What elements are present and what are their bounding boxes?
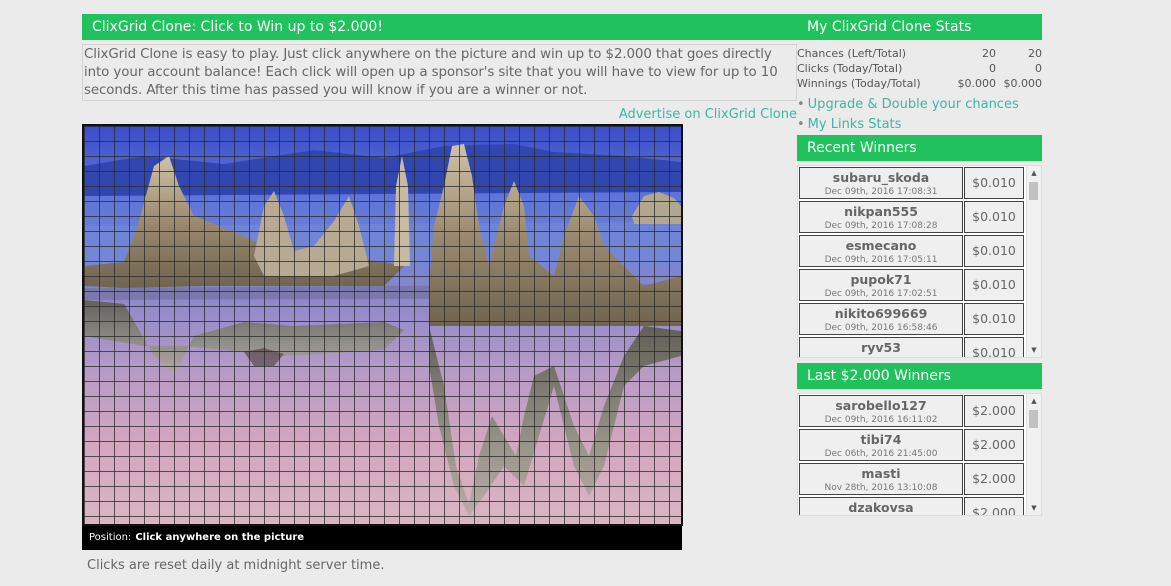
last-winners-title: Last $2.000 Winners <box>797 363 1042 389</box>
winner-date: Dec 09th, 2016 17:05:11 <box>824 255 938 265</box>
scroll-up-icon[interactable]: ▲ <box>1027 166 1041 180</box>
winner-name-cell: pupok71 Dec 09th, 2016 17:02:51 <box>799 269 963 301</box>
winner-name-cell: ryv53 <box>799 337 963 357</box>
scroll-down-icon[interactable]: ▼ <box>1027 501 1041 515</box>
links-stats-item: • My Links Stats <box>797 117 901 132</box>
recent-winners-list[interactable]: subaru_skoda Dec 09th, 2016 17:08:31 $0.0… <box>797 165 1042 358</box>
intro-text: ClixGrid Clone is easy to play. Just cli… <box>82 44 797 101</box>
winner-amount: $2.000 <box>964 463 1024 495</box>
winner-row: ryv53 $0.010 <box>798 336 1041 357</box>
stats-title: My ClixGrid Clone Stats <box>797 14 1042 40</box>
winner-name: subaru_skoda <box>832 170 930 185</box>
winner-name-cell: sarobello127 Dec 09th, 2016 16:11:02 <box>799 395 963 427</box>
stat-value-today: 0 <box>989 62 996 75</box>
winner-date: Dec 09th, 2016 16:58:46 <box>824 323 938 333</box>
winner-amount: $0.010 <box>964 201 1024 233</box>
last-winners-scrollbar[interactable]: ▲ ▼ <box>1026 394 1041 515</box>
stat-row-chances: Chances (Left/Total) 20 20 <box>797 46 1042 61</box>
winner-name: nikpan555 <box>844 204 918 219</box>
page-title: ClixGrid Clone: Click to Win up to $2.00… <box>82 14 797 40</box>
position-readout: Position: Click anywhere on the picture <box>82 526 682 550</box>
upgrade-link[interactable]: Upgrade & Double your chances <box>808 97 1019 112</box>
winner-row: dzakovsa $2.000 <box>798 496 1041 515</box>
winner-date: Nov 28th, 2016 13:10:08 <box>824 483 938 493</box>
winner-row: esmecano Dec 09th, 2016 17:05:11 $0.010 <box>798 234 1041 268</box>
stat-row-winnings: Winnings (Today/Total) $0.000 $0.000 <box>797 76 1042 91</box>
stats-table: Chances (Left/Total) 20 20 Clicks (Today… <box>797 46 1042 91</box>
winner-amount: $2.000 <box>964 395 1024 427</box>
winner-row: nikito699669 Dec 09th, 2016 16:58:46 $0.0… <box>798 302 1041 336</box>
winner-row: masti Nov 28th, 2016 13:10:08 $2.000 <box>798 462 1041 496</box>
scroll-down-icon[interactable]: ▼ <box>1027 343 1041 357</box>
winner-name-cell: masti Nov 28th, 2016 13:10:08 <box>799 463 963 495</box>
winner-name: nikito699669 <box>834 306 928 321</box>
winner-name: sarobello127 <box>835 398 927 413</box>
stat-label: Winnings (Today/Total) <box>797 77 921 90</box>
scroll-up-icon[interactable]: ▲ <box>1027 394 1041 408</box>
winner-row: sarobello127 Dec 09th, 2016 16:11:02 $2.0… <box>798 394 1041 428</box>
position-label: Position: <box>89 532 132 543</box>
winner-name: ryv53 <box>861 340 901 355</box>
stat-value-today: $0.000 <box>957 77 997 90</box>
stat-value-total: 0 <box>1035 62 1042 75</box>
winner-amount: $2.000 <box>964 429 1024 461</box>
scroll-thumb[interactable] <box>1029 410 1038 428</box>
winner-amount: $2.000 <box>964 497 1024 515</box>
stat-value-total: 20 <box>1028 47 1042 60</box>
winner-date: Dec 09th, 2016 17:08:28 <box>824 221 938 231</box>
stat-value-total: $0.000 <box>1003 77 1043 90</box>
winner-amount: $0.010 <box>964 167 1024 199</box>
winner-name-cell: subaru_skoda Dec 09th, 2016 17:08:31 <box>799 167 963 199</box>
winner-row: tibi74 Dec 06th, 2016 21:45:00 $2.000 <box>798 428 1041 462</box>
winner-date: Dec 09th, 2016 17:02:51 <box>824 289 938 299</box>
scroll-thumb[interactable] <box>1029 182 1038 200</box>
winner-amount: $0.010 <box>964 337 1024 357</box>
winner-name-cell: nikito699669 Dec 09th, 2016 16:58:46 <box>799 303 963 335</box>
stat-label: Clicks (Today/Total) <box>797 62 903 75</box>
winner-name: tibi74 <box>860 432 902 447</box>
stat-label: Chances (Left/Total) <box>797 47 907 60</box>
winner-name-cell: nikpan555 Dec 09th, 2016 17:08:28 <box>799 201 963 233</box>
upgrade-link-item: • Upgrade & Double your chances <box>797 97 1019 112</box>
winner-name-cell: dzakovsa <box>799 497 963 515</box>
winner-date: Dec 06th, 2016 21:45:00 <box>824 449 938 459</box>
winner-amount: $0.010 <box>964 303 1024 335</box>
winner-name: pupok71 <box>850 272 912 287</box>
winner-name-cell: tibi74 Dec 06th, 2016 21:45:00 <box>799 429 963 461</box>
my-links-stats-link[interactable]: My Links Stats <box>808 117 902 132</box>
position-value: Click anywhere on the picture <box>135 532 305 543</box>
recent-winners-scrollbar[interactable]: ▲ ▼ <box>1026 166 1041 357</box>
stat-row-clicks: Clicks (Today/Total) 0 0 <box>797 61 1042 76</box>
winner-row: pupok71 Dec 09th, 2016 17:02:51 $0.010 <box>798 268 1041 302</box>
winner-name: masti <box>861 466 901 481</box>
reset-note: Clicks are reset daily at midnight serve… <box>87 558 385 573</box>
winner-row: nikpan555 Dec 09th, 2016 17:08:28 $0.010 <box>798 200 1041 234</box>
bullet-icon: • <box>797 97 805 112</box>
winner-name: dzakovsa <box>848 500 914 515</box>
winner-amount: $0.010 <box>964 269 1024 301</box>
bullet-icon: • <box>797 117 805 132</box>
recent-winners-title: Recent Winners <box>797 135 1042 161</box>
advertise-link[interactable]: Advertise on ClixGrid Clone <box>619 107 797 122</box>
stat-value-today: 20 <box>982 47 996 60</box>
last-winners-list[interactable]: sarobello127 Dec 09th, 2016 16:11:02 $2.0… <box>797 393 1042 516</box>
winner-date: Dec 09th, 2016 16:11:02 <box>824 415 938 425</box>
click-grid-overlay[interactable] <box>84 126 681 524</box>
clickable-picture-grid[interactable] <box>82 124 683 526</box>
winner-name-cell: esmecano Dec 09th, 2016 17:05:11 <box>799 235 963 267</box>
winner-date: Dec 09th, 2016 17:08:31 <box>824 187 938 197</box>
winner-row: subaru_skoda Dec 09th, 2016 17:08:31 $0.0… <box>798 166 1041 200</box>
winner-name: esmecano <box>845 238 917 253</box>
winner-amount: $0.010 <box>964 235 1024 267</box>
